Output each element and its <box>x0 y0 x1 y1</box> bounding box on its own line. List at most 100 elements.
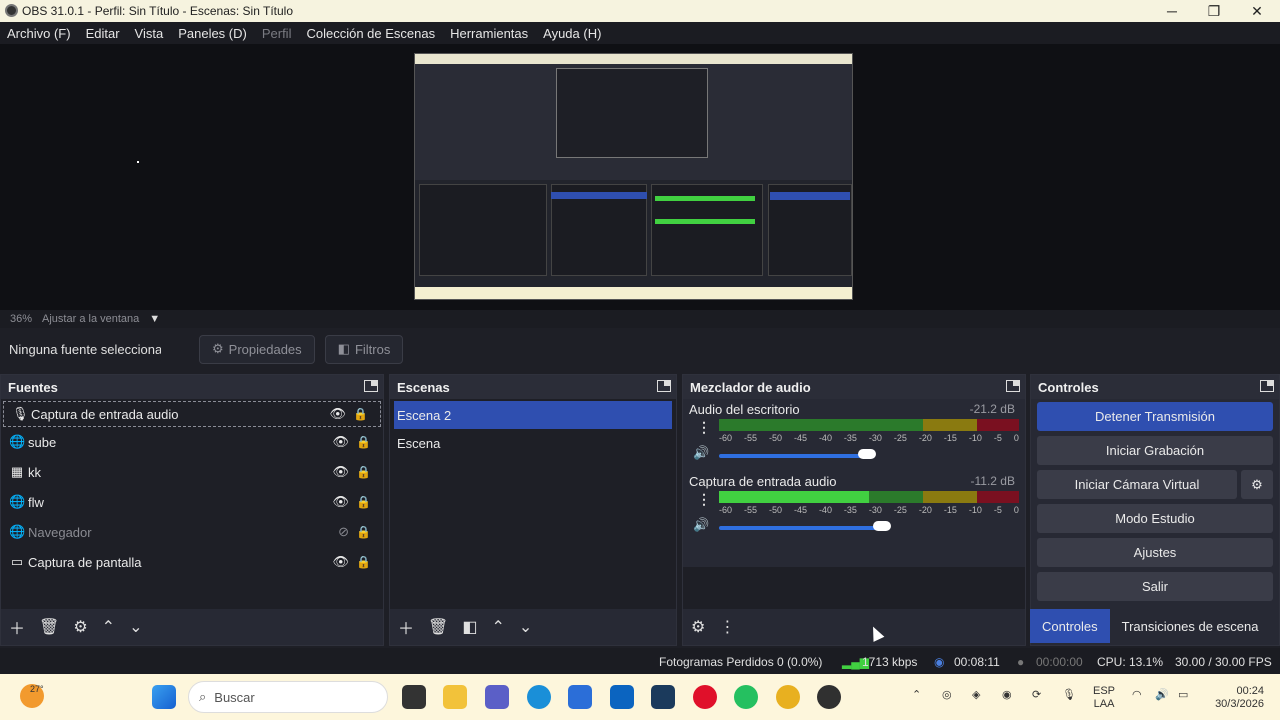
source-item[interactable]: ▭ Captura de pantalla 👁 🔒 <box>1 547 383 577</box>
microphone-icon[interactable]: 🎙 <box>1062 689 1076 702</box>
kebab-menu-icon[interactable]: ⋮ <box>719 617 735 637</box>
lock-icon[interactable]: 🔒 <box>356 555 371 569</box>
taskbar-search[interactable]: ⌕ Buscar <box>188 681 388 713</box>
whatsapp-icon[interactable] <box>734 685 758 709</box>
properties-button[interactable]: ⚙ Propiedades <box>199 334 315 364</box>
source-item[interactable]: 🎙 Captura de entrada audio 👁 🔒 <box>3 401 381 427</box>
volume-knob[interactable] <box>858 449 877 459</box>
eye-icon[interactable]: 👁 <box>332 494 349 510</box>
kebab-menu-icon[interactable]: ⋮ <box>697 491 711 508</box>
app-icon[interactable] <box>651 685 675 709</box>
tab-transitions[interactable]: Transiciones de escena <box>1109 609 1271 643</box>
stop-streaming-button[interactable]: Detener Transmisión <box>1037 402 1273 431</box>
battery-icon[interactable]: ▭ <box>1178 689 1188 702</box>
speaker-icon[interactable]: 🔊 <box>693 445 709 461</box>
teams-icon[interactable] <box>485 685 509 709</box>
start-virtual-camera-button[interactable]: Iniciar Cámara Virtual <box>1037 470 1237 499</box>
lock-icon[interactable]: 🔒 <box>356 465 371 479</box>
tray-icon[interactable]: ◈ <box>972 689 980 702</box>
volume-slider[interactable] <box>719 526 883 530</box>
task-view-icon[interactable] <box>402 685 426 709</box>
undock-icon[interactable] <box>1260 380 1274 392</box>
chrome-icon[interactable] <box>776 685 800 709</box>
eye-icon[interactable]: 👁 <box>332 554 349 570</box>
lock-icon[interactable]: 🔒 <box>353 407 368 421</box>
filter-icon[interactable]: ◧ <box>462 617 477 637</box>
source-item[interactable]: ▦ kk 👁 🔒 <box>1 457 383 487</box>
volume-icon[interactable]: 🔊 <box>1155 689 1169 702</box>
gear-icon[interactable]: ⚙ <box>73 617 87 637</box>
arrow-up-icon[interactable]: ⌃ <box>102 617 115 637</box>
mixer-channels: Audio del escritorio -21.2 dB ⋮ -60 -55 -5… <box>683 399 1025 609</box>
settings-button[interactable]: Ajustes <box>1037 538 1273 567</box>
windows-start-icon[interactable] <box>152 685 176 709</box>
undock-icon[interactable] <box>364 380 378 392</box>
lock-icon[interactable]: 🔒 <box>356 495 371 509</box>
trash-icon[interactable]: 🗑 <box>39 617 59 637</box>
speaker-icon[interactable]: 🔊 <box>693 517 709 533</box>
store-icon[interactable] <box>568 685 592 709</box>
channel-db: -21.2 dB <box>969 402 1015 416</box>
menu-paneles[interactable]: Paneles (D) <box>178 26 247 41</box>
lock-icon[interactable]: 🔒 <box>356 525 371 539</box>
source-item[interactable]: 🌐 Navegador ⊘ 🔒 <box>1 517 383 547</box>
chevron-down-icon[interactable]: ▼ <box>149 313 160 325</box>
obs-icon[interactable] <box>817 685 841 709</box>
tray-icon[interactable]: ⟳ <box>1032 689 1041 702</box>
kebab-menu-icon[interactable]: ⋮ <box>697 419 711 436</box>
lock-icon[interactable]: 🔒 <box>356 435 371 449</box>
tray-icon[interactable]: ◎ <box>942 689 952 702</box>
chevron-up-icon[interactable]: ⌃ <box>912 689 921 702</box>
clock[interactable]: 00:24 30/3/2026 <box>1206 685 1264 711</box>
add-icon[interactable]: ＋ <box>398 615 414 639</box>
exit-button[interactable]: Salir <box>1037 572 1273 601</box>
outlook-icon[interactable] <box>610 685 634 709</box>
volume-slider[interactable] <box>719 454 868 458</box>
file-explorer-icon[interactable] <box>443 685 467 709</box>
close-button[interactable]: ✕ <box>1237 0 1277 22</box>
start-recording-button[interactable]: Iniciar Grabación <box>1037 436 1273 465</box>
tab-controls[interactable]: Controles <box>1030 609 1110 643</box>
source-item[interactable]: 🌐 sube 👁 🔒 <box>1 427 383 457</box>
menu-ayuda[interactable]: Ayuda (H) <box>543 26 601 41</box>
arrow-up-icon[interactable]: ⌃ <box>491 617 504 637</box>
opera-icon[interactable] <box>693 685 717 709</box>
meter-fill <box>719 491 869 503</box>
language-indicator[interactable]: ESP LAA <box>1093 685 1115 711</box>
eye-icon[interactable]: 👁 <box>332 434 349 450</box>
source-item[interactable]: 🌐 flw 👁 🔒 <box>1 487 383 517</box>
tray-icon[interactable]: ◉ <box>1002 689 1012 702</box>
minimize-button[interactable]: ─ <box>1152 0 1192 22</box>
arrow-down-icon[interactable]: ⌄ <box>519 617 532 637</box>
undock-icon[interactable] <box>657 380 671 392</box>
eye-icon[interactable]: 👁 <box>332 464 349 480</box>
menu-archivo[interactable]: Archivo (F) <box>7 26 71 41</box>
menu-herramientas[interactable]: Herramientas <box>450 26 528 41</box>
scale-tick: -35 <box>843 505 857 515</box>
arrow-down-icon[interactable]: ⌄ <box>129 617 142 637</box>
fit-window-select[interactable]: Ajustar a la ventana <box>42 313 139 325</box>
filters-button[interactable]: ◧ Filtros <box>324 334 404 364</box>
menu-perfil[interactable]: Perfil <box>262 26 292 41</box>
scenes-list: Escena 2 Escena <box>390 399 676 609</box>
search-placeholder: Buscar <box>214 689 255 705</box>
edge-icon[interactable] <box>527 685 551 709</box>
menu-vista[interactable]: Vista <box>135 26 164 41</box>
add-icon[interactable]: ＋ <box>9 615 25 639</box>
maximize-button[interactable]: ❐ <box>1194 0 1234 22</box>
volume-knob[interactable] <box>873 521 892 531</box>
eye-icon[interactable]: 👁 <box>329 406 346 422</box>
eye-hidden-icon[interactable]: ⊘ <box>338 524 349 540</box>
menu-editar[interactable]: Editar <box>86 26 120 41</box>
undock-icon[interactable] <box>1006 380 1020 392</box>
advanced-audio-gear-icon[interactable]: ⚙ <box>691 617 705 637</box>
wifi-icon[interactable]: ◠ <box>1132 689 1142 702</box>
menu-coleccion[interactable]: Colección de Escenas <box>306 26 435 41</box>
scene-item[interactable]: Escena <box>390 429 676 457</box>
title-bar: OBS 31.0.1 - Perfil: Sin Título - Escena… <box>0 0 1280 22</box>
meter-scale: -60 -55 -50 -45 -40 -35 -30 -25 -20 -15 -10 -5 0 <box>719 433 1019 447</box>
scene-item[interactable]: Escena 2 <box>394 401 672 429</box>
studio-mode-button[interactable]: Modo Estudio <box>1037 504 1273 533</box>
trash-icon[interactable]: 🗑 <box>428 617 448 637</box>
gear-icon[interactable]: ⚙ <box>1241 470 1273 499</box>
